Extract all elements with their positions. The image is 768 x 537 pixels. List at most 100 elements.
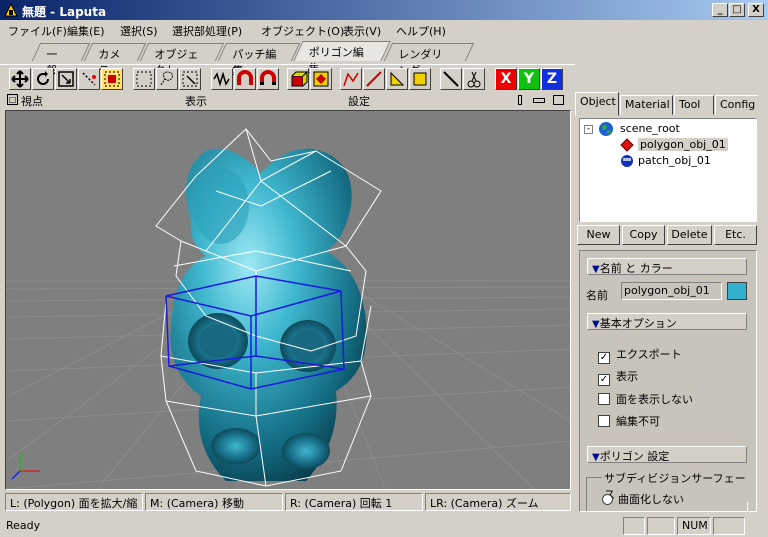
settings-menu[interactable]: 設定 bbox=[348, 93, 370, 109]
new-button[interactable]: New bbox=[577, 225, 620, 245]
rect-select-icon bbox=[136, 71, 152, 87]
pointer-icon bbox=[182, 71, 198, 87]
knife-icon bbox=[443, 71, 459, 87]
middle-button-mode: M: (Camera) 移動 bbox=[145, 493, 283, 511]
viewport-menu-icon[interactable]: □ bbox=[7, 94, 18, 105]
knife-tool-button[interactable] bbox=[440, 68, 462, 90]
menu-view[interactable]: 表示(V) bbox=[343, 23, 381, 39]
section-label: ポリゴン 設定 bbox=[599, 450, 670, 463]
tab-tool-panel[interactable]: Tool bbox=[674, 95, 714, 115]
checkbox-export[interactable]: ✓ エクスポート bbox=[598, 346, 682, 364]
triangle-tool-button[interactable] bbox=[386, 68, 408, 90]
menu-object[interactable]: オブジェクト(O) bbox=[261, 23, 344, 39]
minimize-button[interactable]: _ bbox=[712, 3, 728, 17]
vertex-tool-button[interactable] bbox=[78, 68, 100, 90]
expand-triangle-icon: ▼ bbox=[592, 319, 600, 330]
magnet-tool-button[interactable] bbox=[234, 68, 256, 90]
checkbox-box bbox=[598, 415, 610, 427]
polyline-icon bbox=[343, 72, 359, 87]
tree-item-root[interactable]: scene_root bbox=[620, 122, 680, 135]
section-polygon-settings[interactable]: ▼ポリゴン 設定 bbox=[587, 446, 747, 463]
select-region-button[interactable] bbox=[101, 68, 123, 90]
axis-x-button[interactable]: X bbox=[495, 68, 517, 90]
status-cell-4 bbox=[713, 517, 745, 535]
section-basic-options[interactable]: ▼基本オプション bbox=[587, 313, 747, 330]
checkbox-locked[interactable]: 編集不可 bbox=[598, 413, 660, 429]
etc-button[interactable]: Etc. bbox=[714, 225, 757, 245]
polygon-object-icon bbox=[620, 138, 634, 152]
copy-button[interactable]: Copy bbox=[622, 225, 665, 245]
tab-polygon-edit[interactable]: ポリゴン編集 bbox=[293, 41, 391, 75]
section-name-color[interactable]: ▼名前 と カラー bbox=[587, 258, 747, 275]
move-tool-button[interactable] bbox=[9, 68, 31, 90]
diamond-icon bbox=[313, 71, 329, 87]
scale-icon bbox=[58, 71, 74, 87]
checkbox-label: エクスポート bbox=[616, 348, 682, 361]
checkbox-hide-faces[interactable]: 面を表示しない bbox=[598, 391, 693, 407]
polyline-tool-button[interactable] bbox=[340, 68, 362, 90]
axis-y-button[interactable]: Y bbox=[518, 68, 540, 90]
viewport-header: □ 視点 表示 設定 bbox=[5, 92, 571, 110]
checkbox-box: ✓ bbox=[598, 374, 610, 386]
magnet-icon bbox=[237, 70, 253, 85]
add-shape-button[interactable] bbox=[310, 68, 332, 90]
menu-edit[interactable]: 編集(E) bbox=[67, 23, 105, 39]
collapse-icon[interactable]: - bbox=[584, 125, 593, 134]
rotate-tool-button[interactable] bbox=[32, 68, 54, 90]
cut-tool-button[interactable] bbox=[463, 68, 485, 90]
rect-select-button[interactable] bbox=[133, 68, 155, 90]
viewpoint-menu[interactable]: 視点 bbox=[21, 93, 43, 109]
display-menu[interactable]: 表示 bbox=[185, 93, 207, 109]
axis-z-button[interactable]: Z bbox=[541, 68, 563, 90]
section-label: 基本オプション bbox=[599, 317, 677, 330]
magnet-alt-button[interactable] bbox=[257, 68, 279, 90]
window-title: 無題 - Laputa bbox=[22, 5, 107, 19]
viewport-maximize-icon[interactable] bbox=[553, 95, 564, 105]
panel-edge bbox=[758, 92, 768, 514]
title-bar: 無題 - Laputa _ □ X bbox=[0, 0, 768, 20]
scene-tree[interactable]: - scene_root polygon_obj_01 patch_obj_01 bbox=[579, 118, 757, 222]
close-button[interactable]: X bbox=[748, 3, 764, 17]
checkbox-display[interactable]: ✓ 表示 bbox=[598, 368, 638, 386]
tab-rendering[interactable]: レンダリング bbox=[383, 43, 475, 77]
menu-file[interactable]: ファイル(F) bbox=[8, 23, 67, 39]
menu-select[interactable]: 選択(S) bbox=[120, 23, 158, 39]
wave-icon bbox=[213, 71, 230, 87]
pointer-select-button[interactable] bbox=[179, 68, 201, 90]
tab-material-panel[interactable]: Material bbox=[620, 95, 673, 115]
viewport-single-icon[interactable] bbox=[518, 95, 522, 105]
add-primitive-button[interactable] bbox=[287, 68, 309, 90]
tab-object-panel[interactable]: Object bbox=[575, 92, 619, 116]
maximize-button[interactable]: □ bbox=[729, 3, 745, 17]
checkbox-box: ✓ bbox=[598, 352, 610, 364]
line-tool-button[interactable] bbox=[363, 68, 385, 90]
triangle-icon bbox=[390, 71, 405, 86]
tab-camera[interactable]: カメラ bbox=[83, 43, 147, 77]
delete-button[interactable]: Delete bbox=[667, 225, 712, 245]
tree-item-polygon[interactable]: polygon_obj_01 bbox=[638, 138, 728, 151]
3d-viewport[interactable] bbox=[5, 110, 571, 490]
menu-help[interactable]: ヘルプ(H) bbox=[396, 23, 446, 39]
viewport-split-icon[interactable] bbox=[533, 98, 545, 103]
vertex-icon bbox=[82, 72, 96, 86]
scale-tool-button[interactable] bbox=[55, 68, 77, 90]
magnet-alt-icon bbox=[260, 70, 276, 85]
tab-patch-edit[interactable]: パッチ編集 bbox=[217, 43, 301, 77]
tab-general[interactable]: 一般 bbox=[31, 43, 91, 77]
object-color-swatch[interactable] bbox=[727, 282, 747, 300]
right-button-mode: R: (Camera) 回転 1 bbox=[285, 493, 423, 511]
tree-item-patch[interactable]: patch_obj_01 bbox=[638, 154, 711, 167]
mouse-mode-bar: L: (Polygon) 面を拡大/縮 M: (Camera) 移動 R: (C… bbox=[5, 491, 571, 513]
square-tool-button[interactable] bbox=[409, 68, 431, 90]
tab-object[interactable]: オブジェクト bbox=[139, 43, 225, 77]
mode-tabs: 一般 カメラ オブジェクト パッチ編集 ポリゴン編集 レンダリング bbox=[0, 40, 768, 77]
square-icon bbox=[413, 72, 427, 86]
globe-icon bbox=[599, 122, 613, 136]
object-name-field[interactable]: polygon_obj_01 bbox=[621, 282, 722, 300]
name-label: 名前 bbox=[586, 289, 608, 302]
radio-no-subdivide[interactable]: 曲面化しない bbox=[602, 491, 684, 507]
menu-selection-process[interactable]: 選択部処理(P) bbox=[172, 23, 242, 39]
tab-config-panel[interactable]: Config bbox=[715, 95, 759, 115]
wave-tool-button[interactable] bbox=[211, 68, 233, 90]
lasso-select-button[interactable] bbox=[156, 68, 178, 90]
